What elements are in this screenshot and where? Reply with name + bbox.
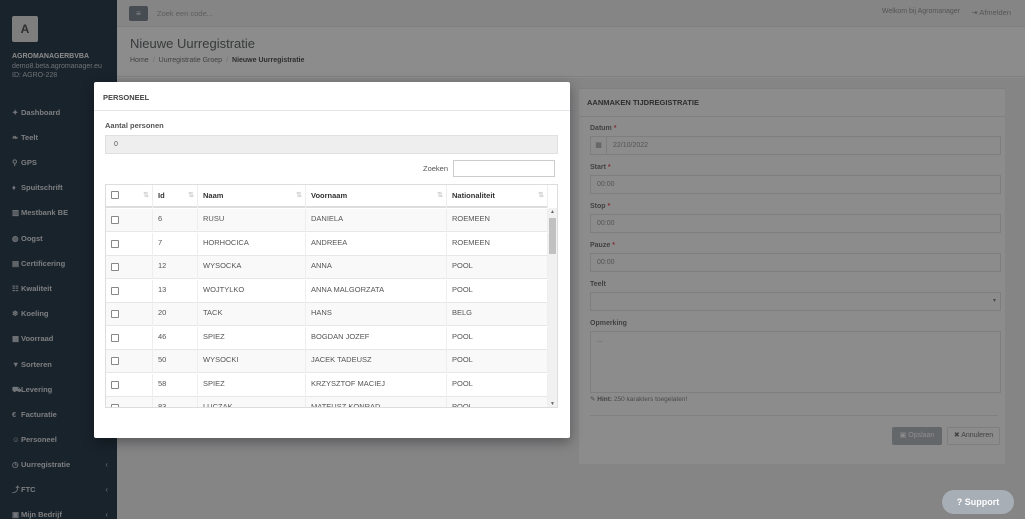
cell-voornaam: ANNA xyxy=(306,256,447,279)
row-select-cell xyxy=(106,350,153,373)
sort-icon: ⇅ xyxy=(538,192,544,199)
row-checkbox[interactable] xyxy=(111,216,119,224)
row-select-cell xyxy=(106,209,153,232)
row-checkbox[interactable] xyxy=(111,310,119,318)
table-header: ⇅ Id ⇅ Naam ⇅ Voornaam ⇅ Nationaliteit ⇅ xyxy=(106,185,548,208)
sort-icon: ⇅ xyxy=(296,192,302,199)
personeel-modal: PERSONEEL Aantal personen 0 Zoeken ⇅ Id ⇅… xyxy=(94,82,570,438)
row-checkbox[interactable] xyxy=(111,239,119,248)
sort-icon[interactable]: ⇅ xyxy=(143,185,149,207)
cell-id: 13 xyxy=(153,279,198,303)
row-select-cell xyxy=(106,326,153,350)
row-select-cell xyxy=(106,232,153,256)
row-select-cell xyxy=(106,256,153,279)
cell-voornaam: DANIELA xyxy=(306,209,447,232)
person-count-label: Aantal personen xyxy=(105,121,164,130)
cell-naam: HORHOCICA xyxy=(198,232,306,256)
cell-id: 50 xyxy=(153,350,198,373)
table-row[interactable]: 13 WOJTYLKO ANNA MALGORZATA POOL xyxy=(106,279,548,303)
table-scrollbar[interactable]: ▲ ▼ xyxy=(548,208,557,407)
table-search-input[interactable] xyxy=(453,160,555,177)
cell-naam: LUCZAK xyxy=(198,397,306,407)
cell-voornaam: HANS xyxy=(306,303,447,326)
row-checkbox[interactable] xyxy=(111,404,119,407)
select-all-checkbox[interactable] xyxy=(111,191,119,199)
select-all-header: ⇅ xyxy=(106,185,153,208)
cell-voornaam: BOGDAN JOZEF xyxy=(306,326,447,350)
row-select-cell xyxy=(106,303,153,326)
search-label: Zoeken xyxy=(423,164,449,173)
cell-naam: WYSOCKI xyxy=(198,350,306,373)
column-header-id[interactable]: Id ⇅ xyxy=(153,185,198,208)
cell-nat: POOL xyxy=(447,279,548,303)
cell-nat: POOL xyxy=(447,256,548,279)
scroll-thumb[interactable] xyxy=(549,218,556,254)
cell-voornaam: ANDREEA xyxy=(306,232,447,256)
cell-voornaam: KRZYSZTOF MACIEJ xyxy=(306,373,447,397)
table-row[interactable]: 7 HORHOCICA ANDREEA ROEMEEN xyxy=(106,232,548,256)
row-checkbox[interactable] xyxy=(111,263,119,271)
question-icon: ? xyxy=(956,497,963,507)
cell-nat: ROEMEEN xyxy=(447,209,548,232)
column-header-naam[interactable]: Naam ⇅ xyxy=(198,185,306,208)
row-checkbox[interactable] xyxy=(111,333,119,342)
sort-icon: ⇅ xyxy=(437,192,443,199)
support-button[interactable]: ? Support xyxy=(942,490,1014,514)
cell-voornaam: MATEUSZ KONRAD xyxy=(306,397,447,407)
cell-naam: WOJTYLKO xyxy=(198,279,306,303)
person-count-field: 0 xyxy=(105,135,558,154)
row-select-cell xyxy=(106,279,153,303)
table-row[interactable]: 58 SPIEZ KRZYSZTOF MACIEJ POOL xyxy=(106,373,548,397)
cell-id: 12 xyxy=(153,256,198,279)
cell-nat: POOL xyxy=(447,326,548,350)
table-row[interactable]: 83 LUCZAK MATEUSZ KONRAD POOL xyxy=(106,397,548,407)
cell-naam: SPIEZ xyxy=(198,326,306,350)
scroll-up-icon[interactable]: ▲ xyxy=(550,209,555,215)
row-checkbox[interactable] xyxy=(111,357,119,365)
cell-voornaam: JACEK TADEUSZ xyxy=(306,350,447,373)
table-row[interactable]: 50 WYSOCKI JACEK TADEUSZ POOL xyxy=(106,350,548,373)
cell-naam: WYSOCKA xyxy=(198,256,306,279)
cell-naam: RUSU xyxy=(198,209,306,232)
modal-title: PERSONEEL xyxy=(103,93,150,102)
table-row[interactable]: 46 SPIEZ BOGDAN JOZEF POOL xyxy=(106,326,548,350)
divider xyxy=(94,110,570,111)
column-header-voornaam[interactable]: Voornaam ⇅ xyxy=(306,185,447,208)
cell-id: 6 xyxy=(153,209,198,232)
personnel-table: ⇅ Id ⇅ Naam ⇅ Voornaam ⇅ Nationaliteit ⇅ 6 RU… xyxy=(105,184,558,408)
cell-naam: TACK xyxy=(198,303,306,326)
cell-id: 20 xyxy=(153,303,198,326)
cell-nat: BELG xyxy=(447,303,548,326)
table-row[interactable]: 6 RUSU DANIELA ROEMEEN xyxy=(106,209,548,232)
cell-naam: SPIEZ xyxy=(198,373,306,397)
cell-nat: POOL xyxy=(447,373,548,397)
cell-id: 83 xyxy=(153,397,198,407)
cell-voornaam: ANNA MALGORZATA xyxy=(306,279,447,303)
cell-nat: ROEMEEN xyxy=(447,232,548,256)
table-row[interactable]: 20 TACK HANS BELG xyxy=(106,303,548,326)
cell-nat: POOL xyxy=(447,397,548,407)
table-row[interactable]: 12 WYSOCKA ANNA POOL xyxy=(106,256,548,279)
cell-id: 7 xyxy=(153,232,198,256)
row-select-cell xyxy=(106,397,153,407)
cell-id: 58 xyxy=(153,373,198,397)
cell-nat: POOL xyxy=(447,350,548,373)
sort-icon: ⇅ xyxy=(188,192,194,199)
row-checkbox[interactable] xyxy=(111,380,119,389)
row-select-cell xyxy=(106,373,153,397)
scroll-down-icon[interactable]: ▼ xyxy=(550,401,555,407)
cell-id: 46 xyxy=(153,326,198,350)
column-header-nationaliteit[interactable]: Nationaliteit ⇅ xyxy=(447,185,548,208)
row-checkbox[interactable] xyxy=(111,286,119,295)
